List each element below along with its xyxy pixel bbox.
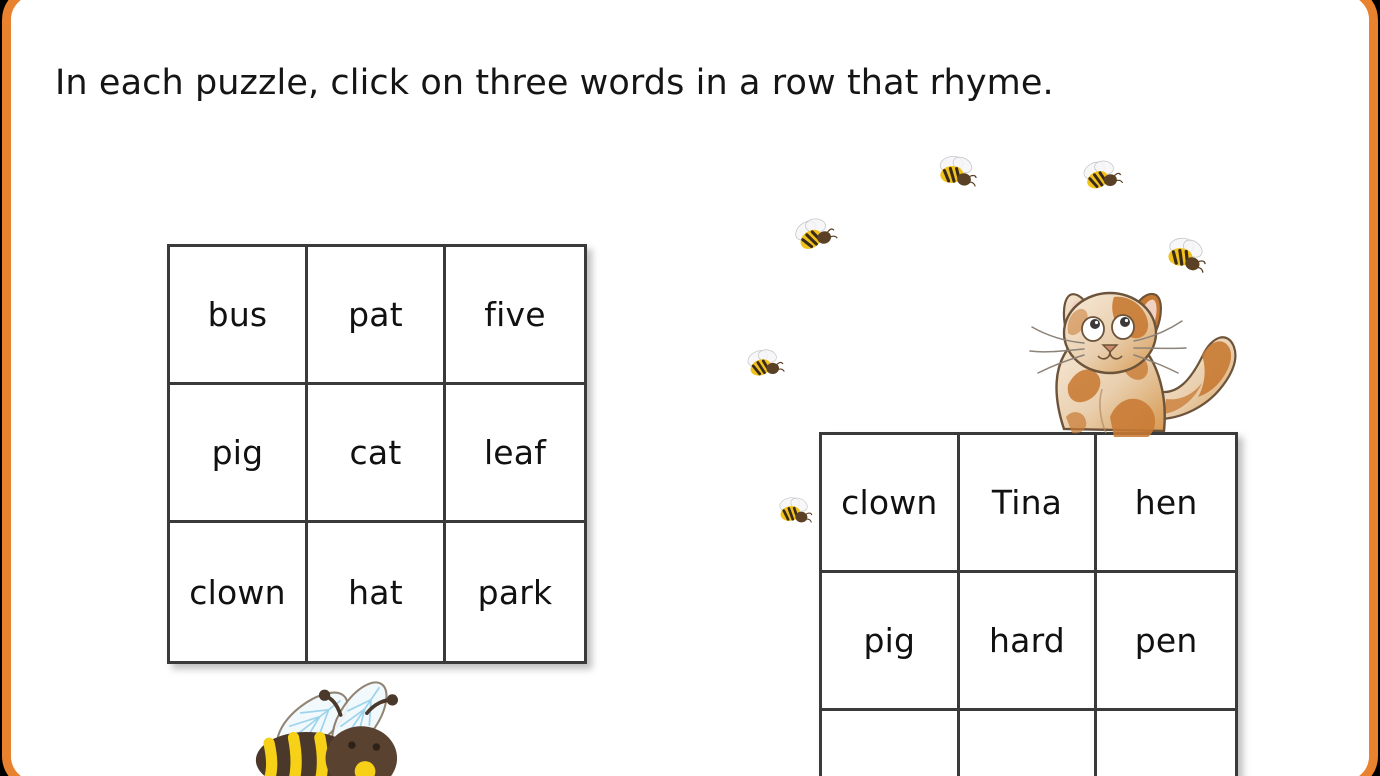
word-cell[interactable] <box>959 711 1098 776</box>
word-cell[interactable]: hen <box>1097 435 1235 573</box>
word-cell[interactable]: pig <box>170 385 308 523</box>
screen: In each puzzle, click on three words in … <box>0 0 1380 776</box>
bee-small-2 <box>929 146 984 201</box>
word-cell[interactable]: clown <box>822 435 960 573</box>
bee-small-6 <box>771 489 816 534</box>
word-cell[interactable]: cat <box>308 385 446 523</box>
word-cell[interactable]: pen <box>1097 573 1235 711</box>
bee-small-5 <box>741 342 787 388</box>
word-cell[interactable]: pat <box>308 247 446 385</box>
bee-small-4 <box>1154 225 1216 287</box>
word-cell[interactable]: pig <box>822 573 960 711</box>
word-cell[interactable] <box>822 711 960 776</box>
puzzle-grid-right: clown Tina hen pig hard pen <box>819 432 1238 776</box>
word-cell[interactable]: clown <box>170 523 308 661</box>
bee-small-1 <box>785 207 843 265</box>
worksheet-frame: In each puzzle, click on three words in … <box>2 0 1378 776</box>
bee-large-1 <box>254 679 414 776</box>
instruction-text: In each puzzle, click on three words in … <box>55 63 1054 103</box>
word-cell[interactable]: leaf <box>446 385 584 523</box>
word-cell[interactable]: park <box>446 523 584 661</box>
bee-small-3 <box>1076 152 1126 202</box>
cat-illustration <box>1006 269 1241 439</box>
puzzle-grid-left: bus pat five pig cat leaf clown hat park <box>167 244 587 664</box>
word-cell[interactable]: five <box>446 247 584 385</box>
word-cell[interactable] <box>1097 711 1235 776</box>
word-cell[interactable]: hat <box>308 523 446 661</box>
worksheet-page: In each puzzle, click on three words in … <box>11 0 1369 776</box>
word-cell[interactable]: hard <box>959 573 1098 711</box>
word-cell[interactable]: bus <box>170 247 308 385</box>
word-cell[interactable]: Tina <box>959 435 1098 573</box>
